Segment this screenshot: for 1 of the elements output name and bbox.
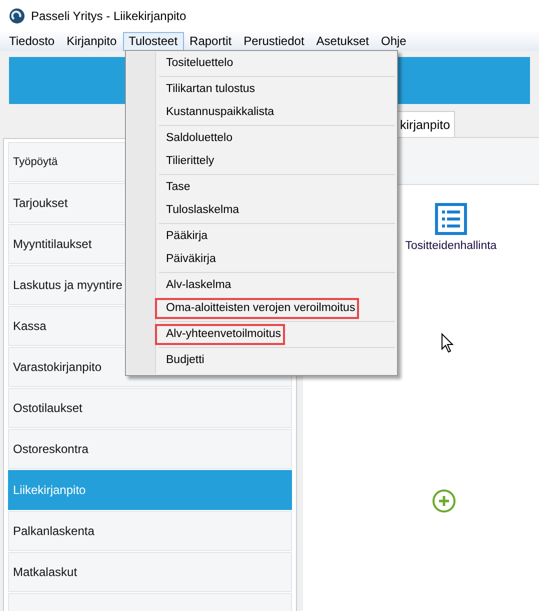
window-title: Passeli Yritys - Liikekirjanpito: [31, 9, 186, 23]
